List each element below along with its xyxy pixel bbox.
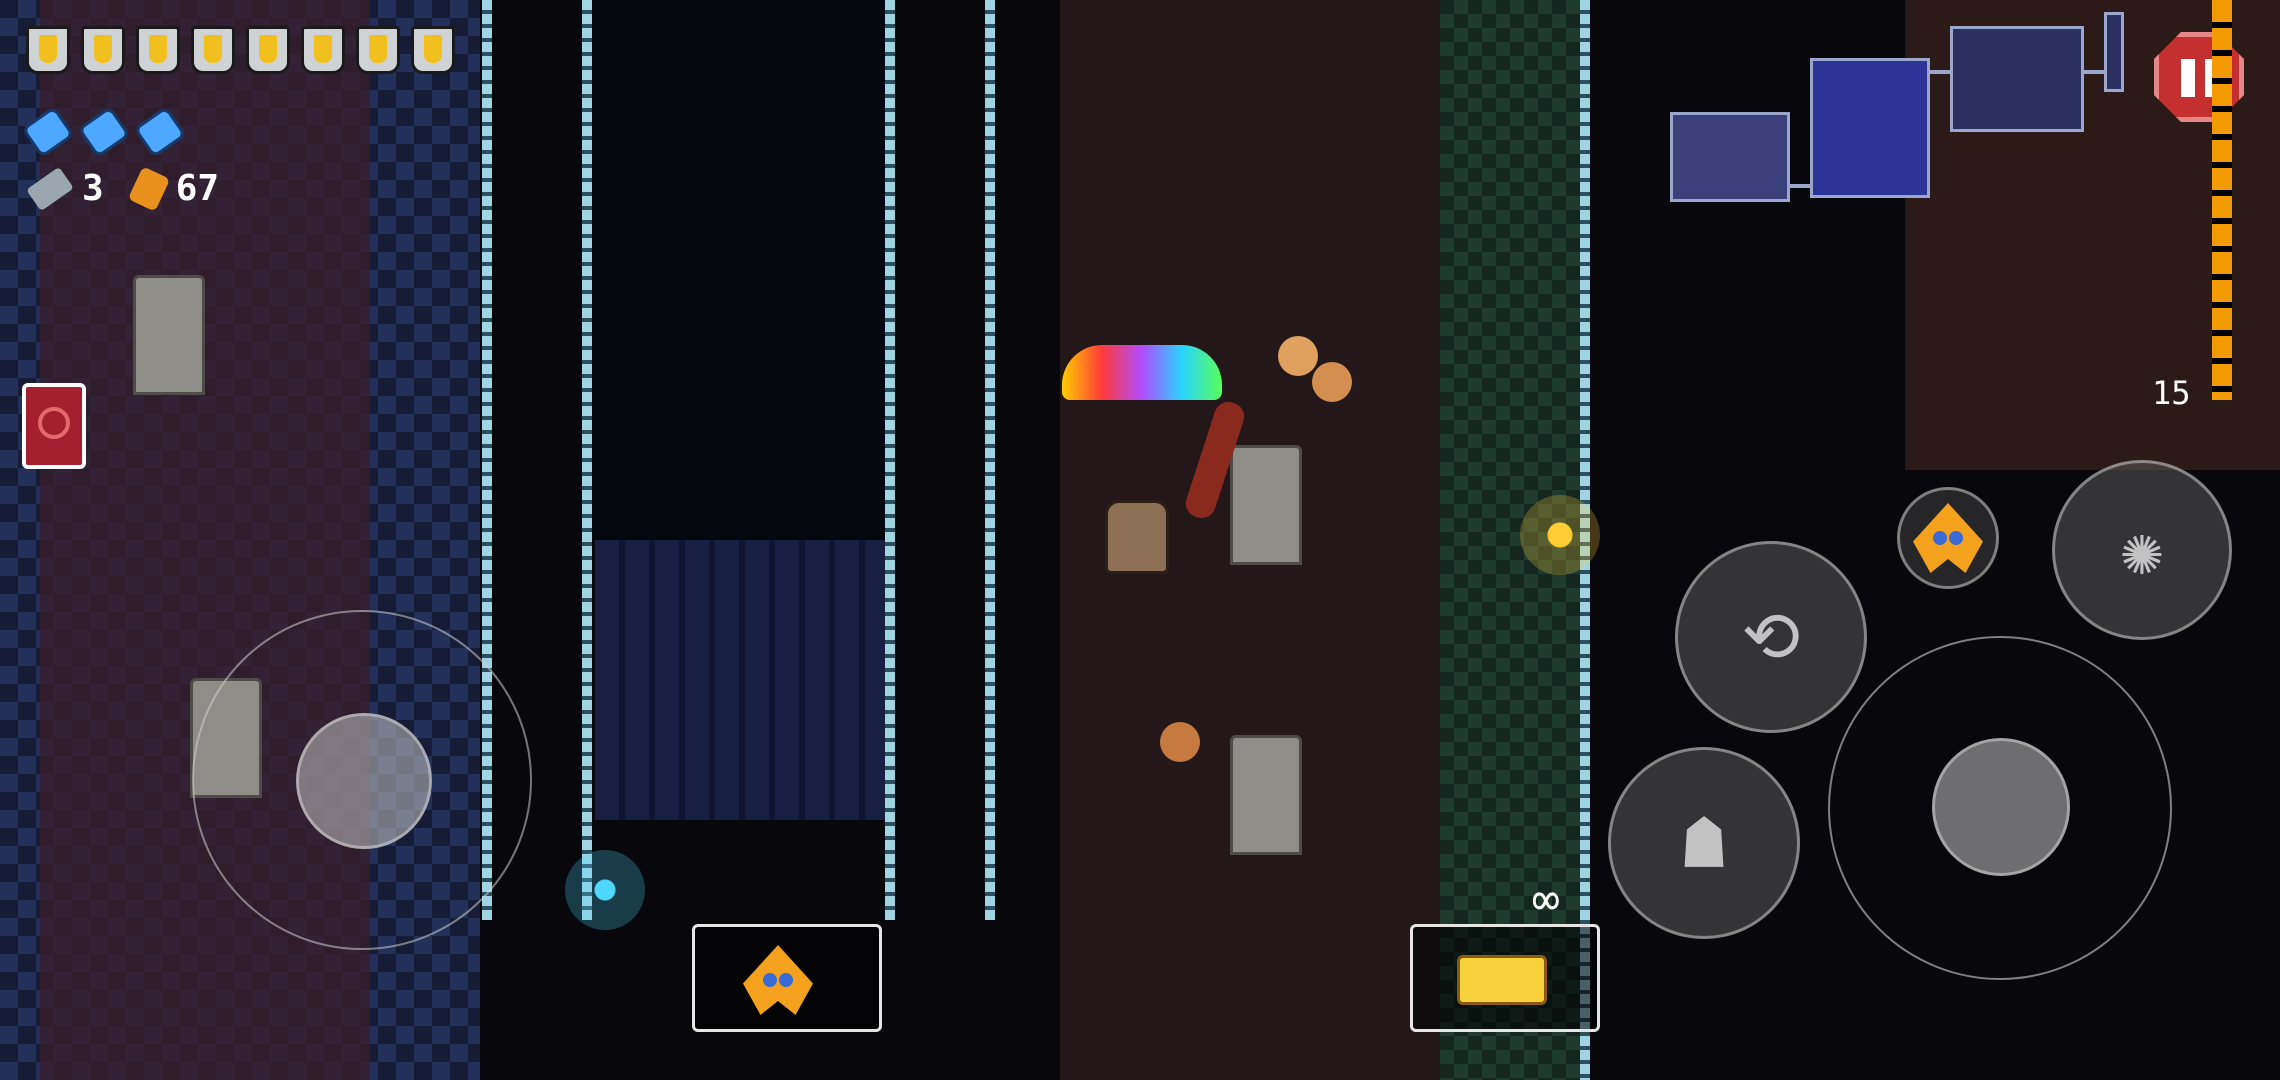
key-icon	[26, 166, 74, 211]
armor-shield-icon	[26, 26, 70, 74]
interact-button[interactable]: ☗	[1608, 747, 1800, 939]
armor-shield-icon	[191, 26, 235, 74]
enemy-bullet	[1312, 362, 1352, 402]
key-count: 3	[82, 168, 104, 209]
minimap-room	[1670, 112, 1790, 202]
reload-icon: ✺	[2120, 509, 2164, 591]
dodge-roll-button[interactable]: ⟲	[1675, 541, 1867, 733]
guon-star-icon	[1913, 503, 1983, 573]
companion-button[interactable]	[1897, 487, 1999, 589]
guon-star-icon	[743, 945, 813, 1015]
pit-water	[595, 540, 885, 820]
ammo-infinite: ∞	[1532, 872, 1560, 926]
minimap-corridor	[2082, 70, 2106, 74]
tombstone	[1230, 445, 1302, 565]
armor-bar	[26, 26, 455, 74]
wall-edge	[985, 0, 995, 920]
enemy-bullet	[1278, 336, 1318, 376]
reload-button[interactable]: ✺	[2052, 460, 2232, 640]
tombstone	[1230, 735, 1302, 855]
minimap-room	[1950, 26, 2084, 132]
cheese-gun-icon	[1457, 955, 1547, 1005]
armor-shield-icon	[246, 26, 290, 74]
armor-shield-icon	[301, 26, 345, 74]
pause-icon	[2181, 59, 2195, 97]
wall-edge	[582, 0, 592, 920]
weapon-slot[interactable]	[1410, 924, 1600, 1032]
ghost-interact-icon: ☗	[1682, 802, 1726, 884]
minimap-current-room	[1810, 58, 1930, 198]
currency-counters: 3 67	[26, 165, 220, 212]
game-screen: 3 67 15 ⟲ ☗ ✺ ∞	[0, 0, 2280, 1080]
rainbow-chest-pile	[1062, 345, 1222, 400]
tombstone	[133, 275, 205, 395]
armor-shield-icon	[356, 26, 400, 74]
active-item-book[interactable]	[22, 383, 86, 469]
armor-shield-icon	[81, 26, 125, 74]
blanks-bar	[21, 105, 187, 159]
wall-edge	[885, 0, 895, 920]
boss-health-bar	[2212, 0, 2232, 400]
minimap-corridor	[1928, 70, 1952, 74]
move-joystick-knob[interactable]	[296, 713, 432, 849]
wall-torch	[565, 850, 645, 930]
shell-currency-icon	[127, 165, 170, 212]
enemy-bullet	[1160, 722, 1200, 762]
shell-count: 67	[175, 168, 220, 209]
wall-torch	[1520, 495, 1600, 575]
pit-area	[590, 0, 890, 540]
armor-shield-icon	[136, 26, 180, 74]
floor-number: 15	[2152, 374, 2191, 412]
companion-item-slot[interactable]	[692, 924, 882, 1032]
dodge-roll-icon: ⟲	[1741, 596, 1801, 678]
player-character	[1105, 500, 1169, 574]
aim-joystick-knob[interactable]	[1932, 738, 2070, 876]
minimap-room	[2104, 12, 2124, 92]
armor-shield-icon	[411, 26, 455, 74]
